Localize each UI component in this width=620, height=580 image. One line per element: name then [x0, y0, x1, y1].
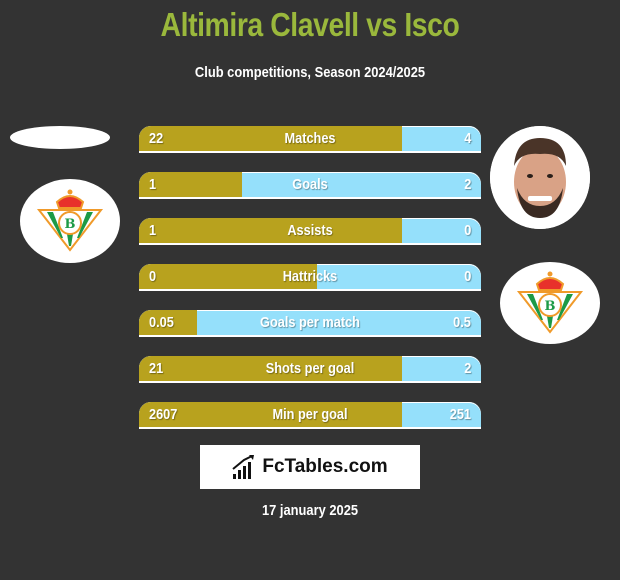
right-value: 0 — [463, 268, 471, 285]
brand-name: FcTables.com — [262, 456, 388, 477]
right-value: 4 — [463, 130, 471, 147]
stat-label: Assists — [287, 222, 333, 239]
right-player-photo — [490, 126, 590, 229]
report-date: 17 january 2025 — [261, 502, 359, 519]
left-value: 21 — [149, 360, 164, 377]
stat-label: Goals per match — [260, 314, 360, 331]
player-face-icon — [490, 126, 590, 229]
bar-chart-icon — [232, 455, 255, 479]
right-value: 2 — [463, 176, 471, 193]
stat-row-assists: 1 Assists 0 — [139, 218, 481, 245]
left-value: 1 — [149, 222, 157, 239]
right-value: 0 — [463, 222, 471, 239]
stat-label: Shots per goal — [265, 360, 355, 377]
left-value: 1 — [149, 176, 157, 193]
real-betis-crest-icon: B — [516, 271, 584, 334]
stat-row-hattricks: 0 Hattricks 0 — [139, 264, 481, 291]
stat-row-goals: 1 Goals 2 — [139, 172, 481, 199]
left-club-badge: B — [20, 179, 120, 263]
left-value: 22 — [149, 130, 164, 147]
page-title: Altimira Clavell vs Isco — [160, 6, 460, 43]
stat-label: Min per goal — [272, 406, 348, 423]
right-value: 2 — [463, 360, 471, 377]
stat-row-min-per-goal: 2607 Min per goal 251 — [139, 402, 481, 429]
stat-row-goals-per-match: 0.05 Goals per match 0.5 — [139, 310, 481, 337]
fctables-logo[interactable]: FcTables.com — [200, 445, 420, 489]
left-player-photo-placeholder — [10, 126, 110, 149]
stat-label: Goals — [292, 176, 328, 193]
svg-text:B: B — [65, 217, 76, 232]
real-betis-crest-icon: B — [36, 189, 104, 252]
stat-row-shots-per-goal: 21 Shots per goal 2 — [139, 356, 481, 383]
svg-text:B: B — [545, 299, 556, 314]
stat-label: Matches — [284, 130, 336, 147]
stat-row-matches: 22 Matches 4 — [139, 126, 481, 153]
right-value: 0.5 — [453, 314, 471, 331]
page-subtitle: Club competitions, Season 2024/2025 — [194, 64, 426, 81]
right-value: 251 — [449, 406, 471, 423]
left-value: 0 — [149, 268, 157, 285]
right-club-badge: B — [500, 262, 600, 344]
stat-label: Hattricks — [282, 268, 338, 285]
